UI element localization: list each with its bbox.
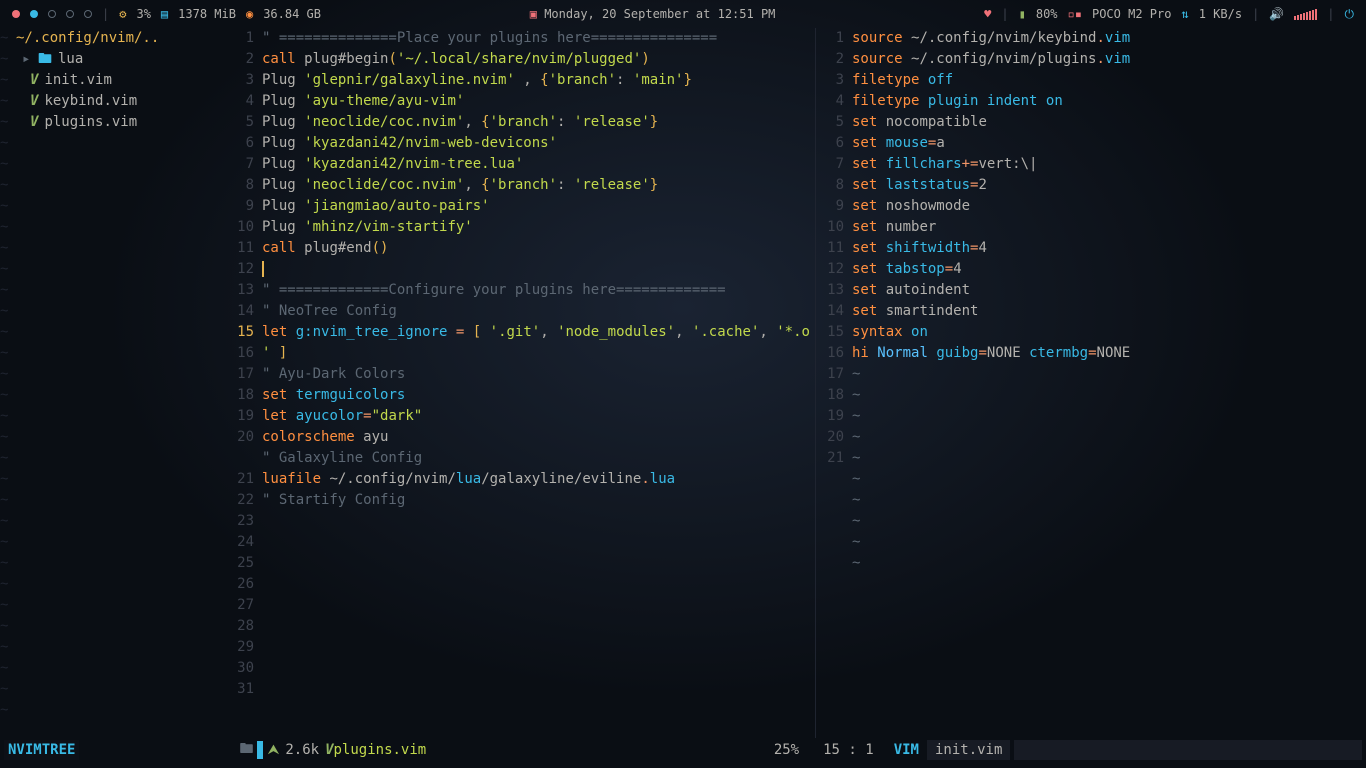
vim-icon: V	[325, 742, 333, 758]
file-tree[interactable]: ~/.config/nvim/.. ▸ 🖿 lua Vinit.vimVkeyb…	[16, 28, 226, 738]
tree-file[interactable]: Vplugins.vim	[16, 112, 226, 133]
power-icon[interactable]: ⏻	[1344, 7, 1354, 22]
memory-icon: ▤	[161, 7, 168, 21]
calendar-icon: ▣	[530, 7, 537, 21]
heart-icon: ♥	[984, 7, 991, 21]
network-icon: ▫▪	[1068, 7, 1082, 21]
workspace-dot[interactable]	[48, 10, 56, 18]
folder-icon: 🖿	[38, 49, 52, 70]
vim-icon: V	[30, 112, 38, 133]
editor-pane-left[interactable]: 1234567891011121314151617181920212223242…	[226, 28, 815, 738]
arch-icon: ⮝	[267, 742, 279, 758]
volume-icon: 🔊	[1269, 7, 1284, 21]
vim-icon: V	[30, 91, 38, 112]
tree-folder[interactable]: ▸ 🖿 lua	[16, 49, 226, 70]
file-name: plugins.vim	[334, 742, 427, 758]
line-numbers: 1234567891011121314151617181920212223242…	[226, 28, 262, 738]
network-speed: 1 KB/s	[1199, 7, 1242, 21]
disk-icon: ◉	[246, 7, 253, 21]
folder-icon: 🖿	[239, 738, 253, 762]
workspace-dot[interactable]	[30, 10, 38, 18]
battery-icon: ▮	[1019, 7, 1026, 21]
battery-value: 80%	[1036, 7, 1058, 21]
scroll-percent: 25%	[774, 742, 799, 758]
cpu-icon: ⚙	[119, 7, 126, 21]
volume-bars	[1294, 9, 1317, 20]
disk-value: 36.84 GB	[263, 7, 321, 21]
file-name-right: init.vim	[927, 740, 1010, 760]
network-device: POCO M2 Pro	[1092, 7, 1171, 21]
date-time: ▣ Monday, 20 September at 12:51 PM	[530, 7, 776, 21]
mode-nvimtree: NVIMTREE	[4, 740, 79, 760]
separator-bar	[257, 741, 263, 759]
workspace-dot-active[interactable]	[12, 10, 20, 18]
code-area[interactable]: source ~/.config/nvim/keybind.vimsource …	[852, 28, 1366, 738]
mode-vim: VIM	[894, 742, 919, 758]
editor-pane-right[interactable]: 123456789101112131415161718192021 source…	[816, 28, 1366, 738]
tree-file[interactable]: Vkeybind.vim	[16, 91, 226, 112]
code-area[interactable]: " ==============Place your plugins here=…	[262, 28, 815, 738]
workspace-dot[interactable]	[84, 10, 92, 18]
file-size: 2.6k	[285, 742, 319, 758]
cursor-position: 15 : 1	[823, 742, 874, 758]
chevron-right-icon: ▸	[22, 49, 32, 70]
tree-file[interactable]: Vinit.vim	[16, 70, 226, 91]
cpu-value: 3%	[136, 7, 150, 21]
top-status-bar: | ⚙ 3% ▤ 1378 MiB ◉ 36.84 GB ▣ Monday, 2…	[0, 0, 1366, 28]
updown-icon: ⇅	[1181, 7, 1188, 21]
tree-path: ~/.config/nvim/..	[16, 28, 226, 49]
tilde-column: ~~~~~~~~~~~~~~~~~~~~~~~~~~~~~~~~~	[0, 28, 16, 738]
line-numbers: 123456789101112131415161718192021	[816, 28, 852, 738]
memory-value: 1378 MiB	[178, 7, 236, 21]
status-line: NVIMTREE 🖿 ⮝ 2.6k V plugins.vim 25% 15 :…	[0, 738, 1366, 762]
workspace-dot[interactable]	[66, 10, 74, 18]
vim-icon: V	[30, 70, 38, 91]
